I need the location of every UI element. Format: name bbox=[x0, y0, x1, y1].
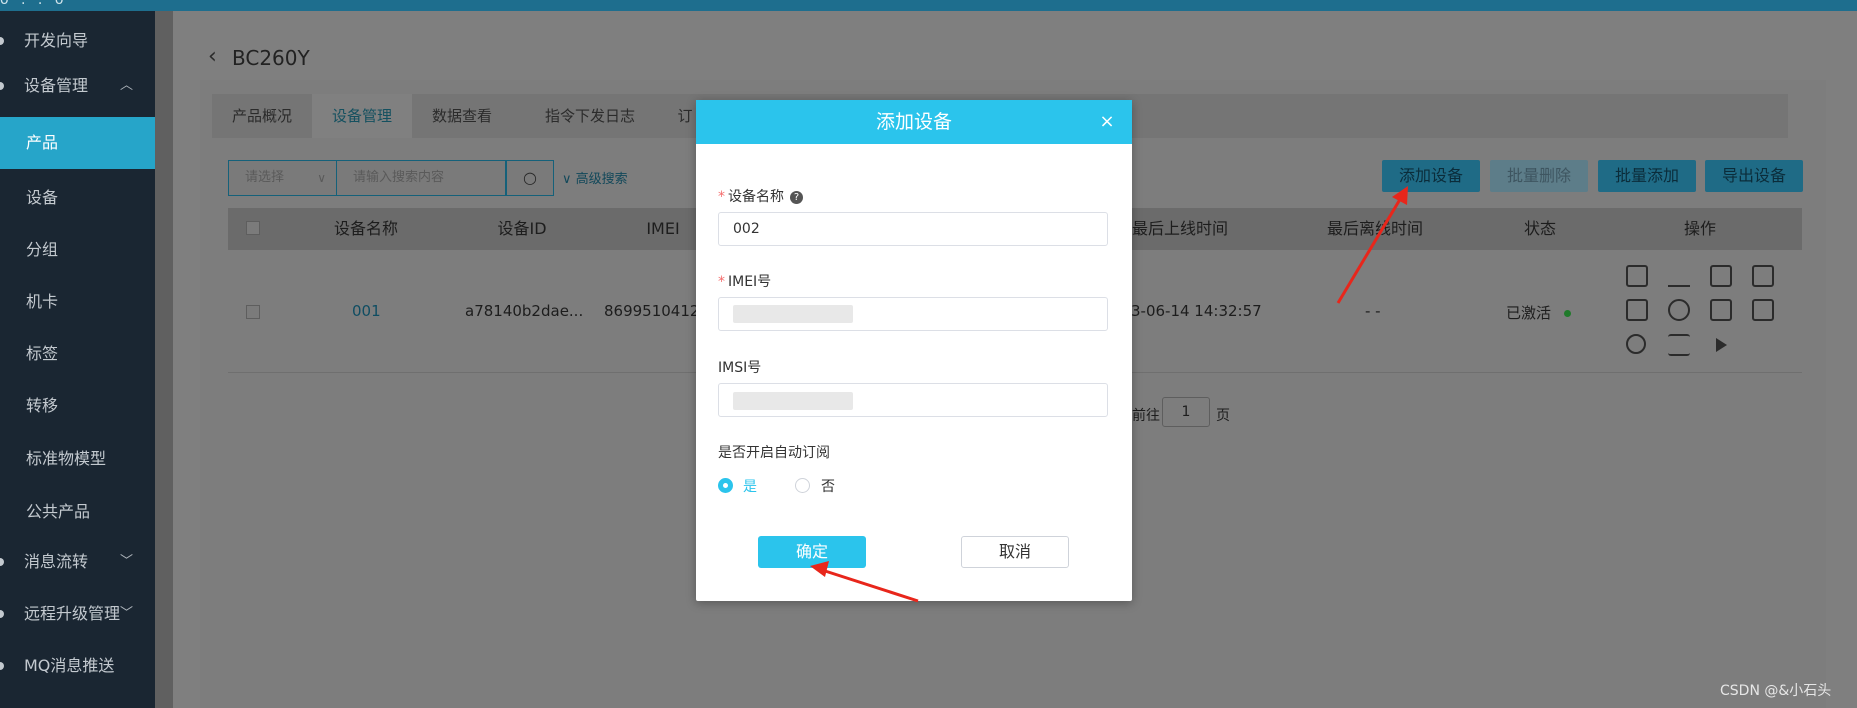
annotation-arrows bbox=[810, 186, 1408, 603]
arrow-to-add-device bbox=[1336, 186, 1408, 304]
arrow-to-confirm bbox=[810, 561, 919, 603]
watermark: CSDN @&小石头 bbox=[1720, 683, 1832, 699]
